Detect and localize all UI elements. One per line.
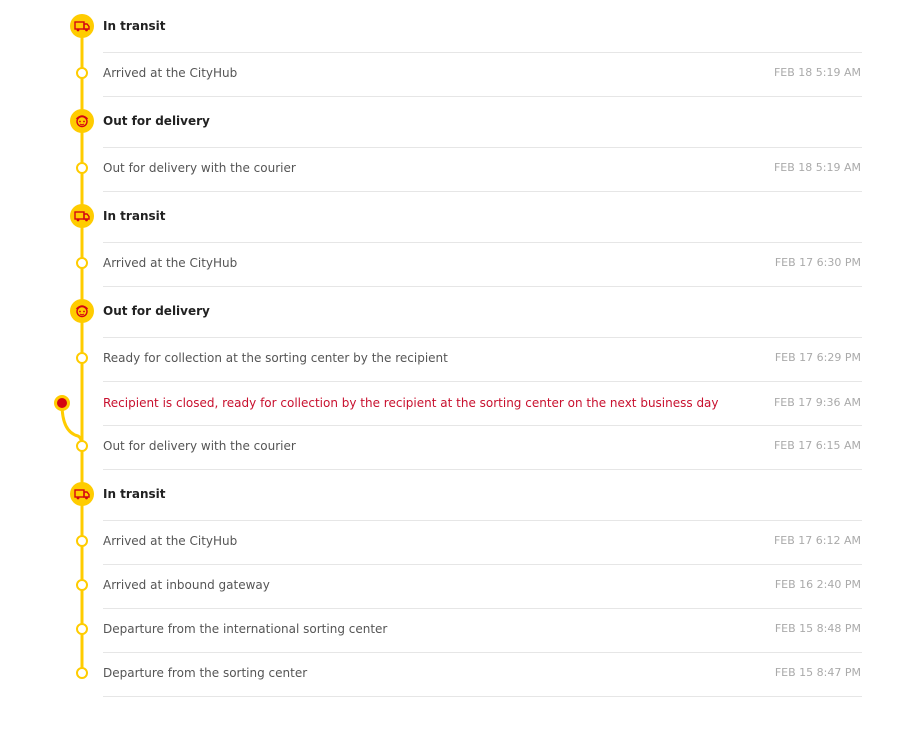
event-timestamp: FEB 18 5:19 AM: [773, 161, 861, 174]
truck-icon: [70, 14, 94, 38]
status-title: In transit: [103, 209, 166, 223]
timeline-exception-event: Recipient is closed, ready for collectio…: [103, 396, 862, 426]
timeline-event: Arrived at the CityHub FEB 17 6:30 PM: [103, 256, 862, 287]
status-title: In transit: [103, 19, 166, 33]
timeline-event: Ready for collection at the sorting cent…: [103, 351, 862, 382]
status-title: Out for delivery: [103, 114, 210, 128]
row-divider: [103, 242, 862, 243]
event-description: Arrived at the CityHub: [103, 256, 238, 270]
event-description: Ready for collection at the sorting cent…: [103, 351, 448, 365]
timeline-dot-icon: [76, 352, 88, 364]
timeline-status-header: In transit: [103, 209, 862, 243]
timeline-status-header: In transit: [103, 19, 862, 53]
truck-icon: [70, 204, 94, 228]
row-divider: [103, 52, 862, 53]
timeline-event: Arrived at the CityHub FEB 17 6:12 AM: [103, 534, 862, 565]
event-timestamp: FEB 16 2:40 PM: [774, 578, 861, 591]
timeline-dot-icon: [76, 535, 88, 547]
event-description: Out for delivery with the courier: [103, 439, 296, 453]
row-divider: [103, 520, 862, 521]
event-description: Arrived at inbound gateway: [103, 578, 270, 592]
row-divider: [103, 696, 862, 697]
row-divider: [103, 469, 862, 470]
event-timestamp: FEB 15 8:48 PM: [774, 622, 861, 635]
row-divider: [103, 286, 862, 287]
row-divider: [103, 652, 862, 653]
timeline-status-header: Out for delivery: [103, 304, 862, 338]
event-description: Departure from the sorting center: [103, 666, 308, 680]
timeline-dot-icon: [76, 162, 88, 174]
timeline-dot-icon: [76, 623, 88, 635]
timeline-dot-icon: [76, 579, 88, 591]
shipment-timeline: In transit Arrived at the CityHub FEB 18 5…: [0, 0, 904, 730]
timeline-dot-icon: [76, 257, 88, 269]
timeline-event: Departure from the international sorting…: [103, 622, 862, 653]
row-divider: [103, 337, 862, 338]
status-title: In transit: [103, 487, 166, 501]
event-timestamp: FEB 17 6:15 AM: [773, 439, 861, 452]
row-divider: [103, 608, 862, 609]
row-divider: [103, 96, 862, 97]
row-divider: [103, 425, 862, 426]
event-timestamp: FEB 17 6:12 AM: [773, 534, 861, 547]
timeline-status-header: In transit: [103, 487, 862, 521]
timeline-event: Arrived at the CityHub FEB 18 5:19 AM: [103, 66, 862, 97]
truck-icon: [70, 482, 94, 506]
event-timestamp: FEB 17 9:36 AM: [773, 396, 861, 409]
event-timestamp: FEB 17 6:29 PM: [774, 351, 861, 364]
timeline-event: Departure from the sorting center FEB 15 …: [103, 666, 862, 697]
row-divider: [103, 381, 862, 382]
timeline-dot-icon: [76, 667, 88, 679]
timeline-dot-icon: [76, 67, 88, 79]
row-divider: [103, 191, 862, 192]
event-timestamp: FEB 17 6:30 PM: [774, 256, 861, 269]
timeline-event: Out for delivery with the courier FEB 18 …: [103, 161, 862, 192]
row-divider: [103, 147, 862, 148]
event-description: Recipient is closed, ready for collectio…: [103, 396, 719, 410]
event-description: Arrived at the CityHub: [103, 66, 238, 80]
timeline-status-header: Out for delivery: [103, 114, 862, 148]
courier-icon: [70, 109, 94, 133]
event-timestamp: FEB 18 5:19 AM: [773, 66, 861, 79]
event-description: Out for delivery with the courier: [103, 161, 296, 175]
status-title: Out for delivery: [103, 304, 210, 318]
timeline-event: Out for delivery with the courier FEB 17 …: [103, 439, 862, 470]
row-divider: [103, 564, 862, 565]
exception-marker-icon: [54, 395, 70, 411]
event-timestamp: FEB 15 8:47 PM: [774, 666, 861, 679]
courier-icon: [70, 299, 94, 323]
timeline-event: Arrived at inbound gateway FEB 16 2:40 PM: [103, 578, 862, 609]
event-description: Departure from the international sorting…: [103, 622, 388, 636]
event-description: Arrived at the CityHub: [103, 534, 238, 548]
timeline-dot-icon: [76, 440, 88, 452]
